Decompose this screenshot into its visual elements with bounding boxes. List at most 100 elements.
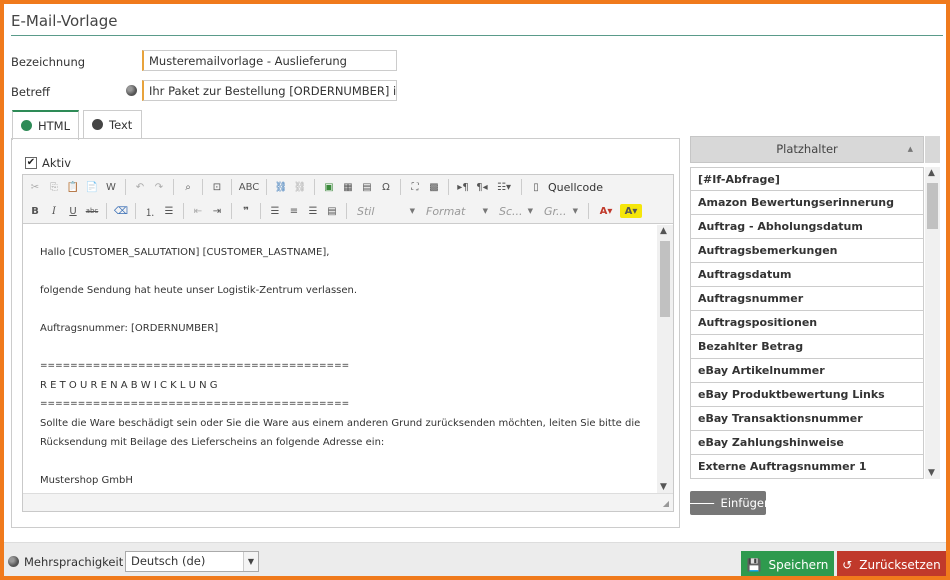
bold-icon[interactable]: B [27, 204, 43, 218]
outdent-icon[interactable]: ⇤ [190, 204, 206, 218]
list-item[interactable]: eBay Produktbewertung Links [690, 383, 924, 407]
style-combo[interactable]: Stil ▼ [353, 202, 419, 220]
font-combo-label: Sc... [499, 204, 523, 218]
justify-icon[interactable]: ▤ [324, 204, 340, 218]
placeholder-header[interactable]: Platzhalter ▲ [690, 136, 924, 163]
image-icon[interactable]: ▣ [321, 180, 337, 194]
style-combo-label: Stil [357, 204, 375, 218]
window-title: E-Mail-Vorlage [11, 12, 118, 30]
toolbar-separator [346, 203, 347, 219]
scroll-thumb[interactable] [927, 183, 938, 229]
tab-text[interactable]: Text [83, 110, 142, 139]
link-icon[interactable]: ⛓ [273, 180, 289, 194]
format-combo[interactable]: Format ▼ [422, 202, 492, 220]
unlink-icon[interactable]: ⛓ [292, 180, 308, 194]
maximize-icon[interactable]: ⛶ [407, 180, 423, 194]
scroll-thumb[interactable] [660, 241, 670, 317]
list-item[interactable]: Auftragsbemerkungen [690, 239, 924, 263]
cut-icon[interactable]: ✂ [27, 180, 43, 194]
blockquote-icon[interactable]: ❞ [238, 204, 254, 218]
eraser-icon[interactable]: ⌫ [113, 204, 129, 218]
toolbar-separator [173, 179, 174, 195]
redo-icon[interactable]: ↷ [151, 180, 167, 194]
reset-button-label: Zurücksetzen [859, 558, 941, 572]
globe-icon [8, 556, 19, 567]
list-item[interactable]: Bezahlter Betrag [690, 335, 924, 359]
language-icon[interactable]: ☷▾ [493, 180, 515, 194]
tab-text-label: Text [109, 118, 133, 132]
betreff-input[interactable]: Ihr Paket zur Bestellung [ORDERNUMBER] i… [142, 80, 397, 101]
bullet-list-icon[interactable]: ☰ [161, 204, 177, 218]
tab-html[interactable]: HTML [12, 110, 79, 140]
source-button[interactable]: ▯ Quellcode [528, 180, 603, 194]
list-item[interactable]: eBay Artikelnummer [690, 359, 924, 383]
paste-text-icon[interactable]: 📄 [84, 180, 100, 194]
list-item[interactable]: eBay Zahlungshinweise [690, 431, 924, 455]
size-combo[interactable]: Gr... ▼ [540, 202, 582, 220]
horizontal-rule-icon[interactable]: ▤ [359, 180, 375, 194]
underline-icon[interactable]: U [65, 204, 81, 218]
globe-icon [92, 119, 103, 130]
insert-button[interactable]: 🡐 Einfügen [685, 491, 771, 515]
align-left-icon[interactable]: ☰ [267, 204, 283, 218]
content-line: Sollte die Ware beschädigt sein oder Sie… [40, 418, 641, 429]
paste-icon[interactable]: 📋 [65, 180, 81, 194]
tab-html-label: HTML [37, 119, 70, 133]
globe-icon[interactable] [126, 85, 137, 96]
table-icon[interactable]: ▦ [340, 180, 356, 194]
rich-text-editor: ✂ ⎘ 📋 📄 W ↶ ↷ ⌕ ⊡ ABC ⛓ ⛓ ▣ ▦ ▤ Ω ⛶ ▩ ▸¶… [22, 174, 674, 512]
align-right-icon[interactable]: ☰ [305, 204, 321, 218]
editor-statusbar: ◢ [23, 493, 673, 511]
italic-icon[interactable]: I [46, 204, 62, 218]
paste-word-icon[interactable]: W [103, 180, 119, 194]
content-line: R E T O U R E N A B W I C K L U N G [40, 380, 218, 391]
betreff-label: Betreff [11, 85, 50, 99]
list-item[interactable]: [#If-Abfrage] [690, 167, 924, 191]
select-all-icon[interactable]: ⊡ [209, 180, 225, 194]
numbered-list-icon[interactable]: ⒈ [142, 204, 158, 219]
bezeichnung-label: Bezeichnung [11, 55, 86, 69]
list-item[interactable]: Auftragsnummer [690, 287, 924, 311]
save-button[interactable]: 💾 Speichern [741, 551, 834, 576]
aktiv-checkbox[interactable]: ✔ [25, 157, 37, 169]
indent-icon[interactable]: ⇥ [209, 204, 225, 218]
undo-icon[interactable]: ↶ [132, 180, 148, 194]
scroll-up-icon[interactable]: ▲ [928, 168, 935, 178]
format-combo-label: Format [426, 204, 466, 218]
toolbar-separator [231, 179, 232, 195]
strikethrough-icon[interactable]: abc [84, 204, 100, 218]
list-item[interactable]: Auftrag - Abholungsdatum [690, 215, 924, 239]
scroll-up-icon[interactable]: ▲ [660, 226, 667, 236]
spellcheck-icon[interactable]: ABC [238, 180, 260, 194]
resize-grip-icon[interactable]: ◢ [663, 499, 669, 508]
text-color-icon[interactable]: A▾ [595, 204, 617, 218]
scroll-down-icon[interactable]: ▼ [660, 482, 667, 492]
rtl-icon[interactable]: ¶◂ [474, 180, 490, 194]
list-item[interactable]: Externe Auftragsnummer 1 [690, 455, 924, 479]
toolbar-separator [183, 203, 184, 219]
reset-button[interactable]: ↺ Zurücksetzen [837, 551, 946, 576]
editor-content[interactable]: Hallo [CUSTOMER_SALUTATION] [CUSTOMER_LA… [23, 225, 657, 493]
list-item[interactable]: Auftragsdatum [690, 263, 924, 287]
list-item[interactable]: eBay Transaktionsnummer [690, 407, 924, 431]
list-item[interactable]: Auftragspositionen [690, 311, 924, 335]
align-center-icon[interactable]: ≡ [286, 204, 302, 218]
scroll-down-icon[interactable]: ▼ [928, 468, 935, 478]
copy-icon[interactable]: ⎘ [46, 180, 62, 194]
font-combo[interactable]: Sc... ▼ [495, 202, 537, 220]
placeholder-scrollbar[interactable]: ▲ ▼ [925, 167, 940, 479]
list-item[interactable]: Amazon Bewertungserinnerung [690, 191, 924, 215]
multilang-label: Mehrsprachigkeit [24, 555, 124, 569]
special-char-icon[interactable]: Ω [378, 180, 394, 194]
content-line [40, 452, 640, 471]
aktiv-row[interactable]: ✔ Aktiv [25, 156, 71, 170]
bezeichnung-input[interactable]: Musteremailvorlage - Auslieferung [142, 50, 397, 71]
find-icon[interactable]: ⌕ [180, 180, 196, 194]
background-color-icon[interactable]: A▾ [620, 204, 642, 218]
placeholder-header-label: Platzhalter [776, 142, 838, 156]
editor-scrollbar[interactable]: ▲ ▼ [657, 225, 673, 493]
chevron-down-icon: ▼ [409, 207, 415, 215]
show-blocks-icon[interactable]: ▩ [426, 180, 442, 194]
language-select[interactable]: Deutsch (de) ▼ [125, 551, 259, 572]
ltr-icon[interactable]: ▸¶ [455, 180, 471, 194]
